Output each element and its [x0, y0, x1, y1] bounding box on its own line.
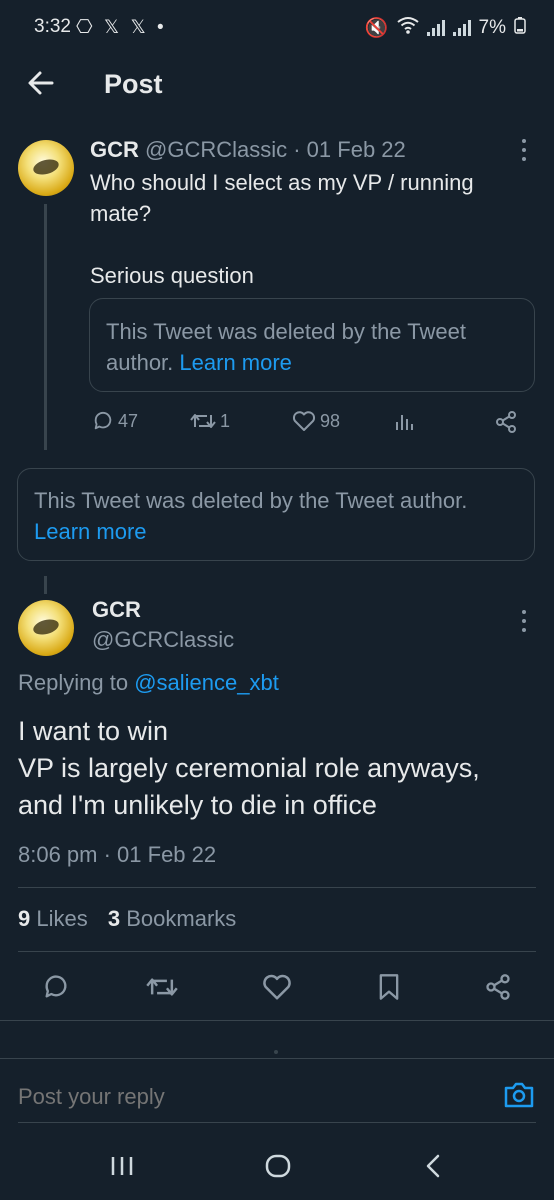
reply-icon	[45, 975, 67, 998]
loading-dot	[274, 1050, 278, 1054]
thread-line	[44, 204, 47, 450]
reply-icon	[94, 411, 112, 430]
learn-more-link[interactable]: Learn more	[34, 516, 518, 547]
bookmark-button[interactable]	[376, 973, 402, 1006]
status-time: 3:32	[34, 16, 71, 37]
status-bar: 3:32 ⎔ 𝕏 𝕏 • 🔇 7%	[0, 0, 554, 56]
home-icon[interactable]	[265, 1154, 291, 1183]
parent-tweet-header: GCR @GCRClassic · 01 Feb 22	[90, 137, 406, 163]
retweet-button[interactable]: 1	[190, 410, 230, 432]
camera-icon[interactable]	[503, 1080, 535, 1115]
divider	[0, 1058, 554, 1059]
back-nav-icon[interactable]	[424, 1154, 442, 1183]
bookmarks-stat[interactable]: 3 Bookmarks	[108, 906, 236, 931]
wifi-icon	[396, 16, 419, 40]
share-button[interactable]	[484, 973, 512, 1006]
retweet-icon	[190, 414, 216, 428]
deleted-notice-2: author.	[106, 350, 174, 375]
heart-icon	[263, 974, 291, 1000]
divider	[18, 887, 536, 888]
system-nav-bar	[0, 1128, 554, 1200]
signal-icon	[426, 20, 445, 36]
heart-icon	[292, 411, 316, 431]
mute-icon: 🔇	[364, 18, 389, 39]
replying-to: Replying to @salience_xbt	[18, 670, 279, 696]
deleted-quote-box: This Tweet was deleted by the Tweet auth…	[89, 298, 535, 392]
retweet-count: 1	[220, 410, 231, 431]
reply-button[interactable]	[42, 973, 70, 1006]
status-right: 🔇 7%	[365, 16, 526, 40]
parent-tweet-text: Who should I select as my VP / running m…	[90, 167, 530, 291]
tweet-text-line: Who should I select as my VP / running	[90, 170, 474, 195]
display-name[interactable]: GCR	[90, 137, 139, 162]
tweet-text-line: and I'm unlikely to die in office	[18, 790, 377, 820]
share-icon	[496, 411, 516, 433]
tweet-timestamp[interactable]: 8:06 pm · 01 Feb 22	[18, 842, 216, 868]
retweet-button[interactable]	[146, 973, 178, 1006]
main-actions	[42, 973, 522, 1003]
engagement-stats: 9 Likes 3 Bookmarks	[18, 906, 236, 932]
tweet-text-line: mate?	[90, 201, 152, 226]
bookmarks-label: Bookmarks	[126, 906, 237, 931]
views-button[interactable]	[394, 410, 416, 432]
likes-stat[interactable]: 9 Likes	[18, 906, 88, 931]
divider	[18, 951, 536, 952]
tweet-text-line: VP is largely ceremonial role anyways,	[18, 753, 480, 783]
top-header: Post	[0, 56, 554, 116]
like-button[interactable]: 98	[292, 410, 340, 432]
avatar[interactable]	[18, 600, 74, 656]
handle-date: @GCRClassic · 01 Feb 22	[145, 137, 406, 162]
display-name[interactable]: GCR	[92, 595, 234, 625]
more-options-icon[interactable]	[520, 610, 528, 632]
bookmarks-count: 3	[107, 906, 121, 931]
share-icon	[486, 974, 510, 1000]
like-count: 98	[320, 410, 341, 431]
replying-to-link[interactable]: @salience_xbt	[134, 670, 279, 695]
replying-prefix: Replying to	[18, 670, 129, 695]
signal-icon-2	[452, 20, 471, 36]
handle[interactable]: @GCRClassic	[92, 625, 234, 655]
battery-icon	[514, 16, 526, 40]
battery-text: 7%	[478, 17, 506, 38]
parent-actions: 47 1 98	[92, 410, 520, 436]
back-arrow-icon[interactable]	[24, 66, 58, 100]
main-tweet-author: GCR @GCRClassic	[92, 595, 234, 655]
learn-more-link[interactable]: Learn more	[179, 350, 292, 375]
deleted-notice: This Tweet was deleted by the Tweet	[106, 319, 466, 344]
page-title: Post	[104, 69, 163, 99]
thread-line	[44, 576, 47, 594]
deleted-tweet-box: This Tweet was deleted by the Tweet auth…	[17, 468, 535, 561]
divider	[18, 1122, 536, 1123]
like-button[interactable]	[262, 973, 292, 1006]
bookmark-icon	[379, 974, 399, 1000]
more-options-icon[interactable]	[520, 139, 528, 161]
main-tweet-text: I want to win VP is largely ceremonial r…	[18, 713, 538, 824]
divider	[0, 1020, 554, 1021]
views-icon	[396, 415, 413, 430]
likes-label: Likes	[36, 906, 88, 931]
share-button[interactable]	[494, 410, 518, 434]
reply-button[interactable]: 47	[92, 410, 138, 432]
likes-count: 9	[18, 906, 31, 931]
tweet-text-line: Serious question	[90, 263, 254, 288]
tweet-text-line: I want to win	[18, 716, 169, 746]
retweet-icon	[146, 978, 178, 996]
avatar[interactable]	[18, 140, 74, 196]
reply-input[interactable]	[18, 1078, 478, 1116]
deleted-notice: This Tweet was deleted by the Tweet auth…	[34, 488, 468, 513]
recent-apps-icon[interactable]	[110, 1155, 134, 1182]
notification-icons: ⎔ 𝕏 𝕏 •	[76, 17, 167, 38]
reply-count: 47	[118, 410, 139, 431]
